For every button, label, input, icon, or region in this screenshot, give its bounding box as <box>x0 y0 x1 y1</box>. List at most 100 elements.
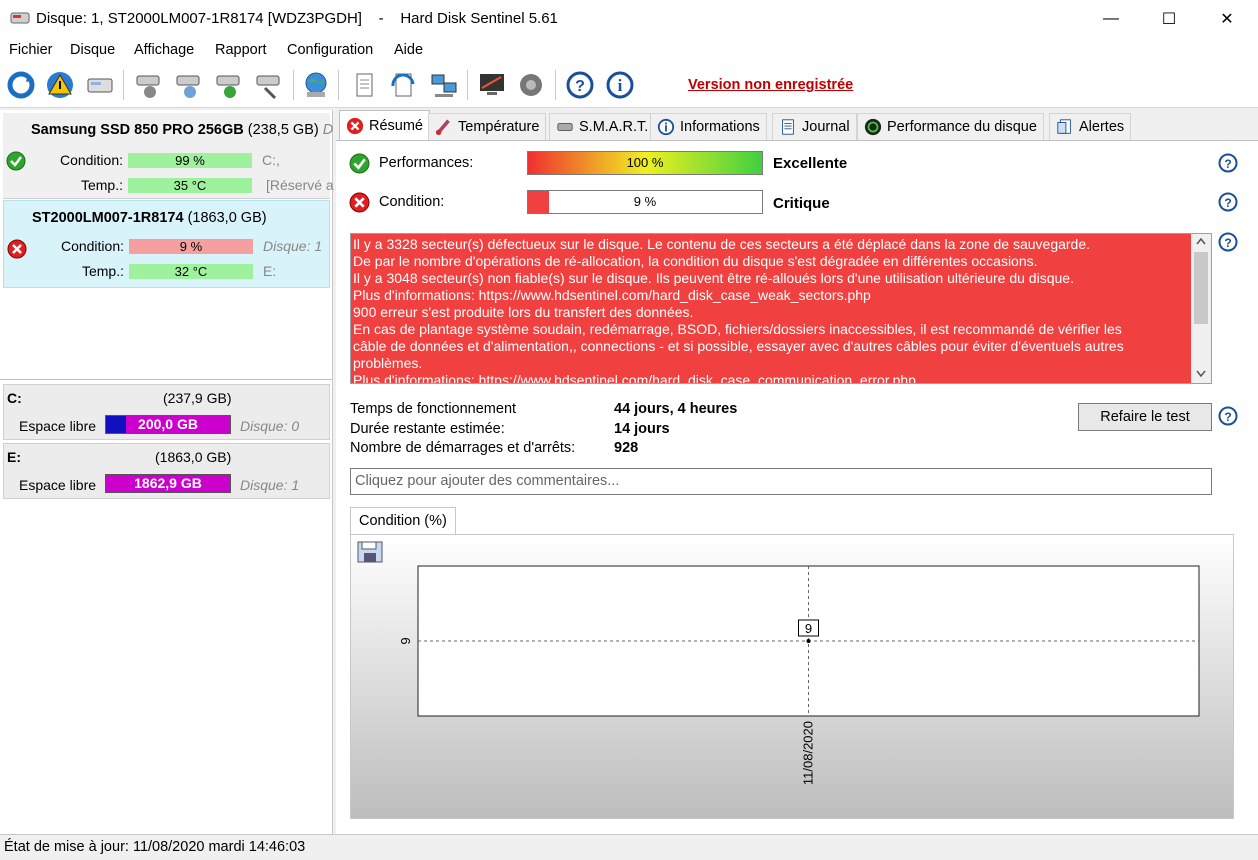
minimize-icon: — <box>1103 10 1119 27</box>
help-icon: ? <box>566 71 594 99</box>
disk-number: Disque: 1 <box>263 238 323 254</box>
message-scrollbar[interactable] <box>1191 234 1211 383</box>
minimize-button[interactable]: — <box>1082 0 1140 38</box>
refresh-button[interactable] <box>4 68 38 102</box>
toolbar-separator <box>293 70 294 100</box>
message-lines: Il y a 3328 secteur(s) défectueux sur le… <box>353 236 1189 384</box>
menu-rapport[interactable]: Rapport <box>215 42 267 58</box>
settings-button[interactable] <box>475 68 509 102</box>
condition-chart: 9 9 11/08/2020 <box>398 565 1200 785</box>
disk-name: ST2000LM007-1R8174 (1863,0 GB) <box>32 210 267 226</box>
disk-button[interactable] <box>83 68 117 102</box>
condition-value: 9 % <box>633 194 657 209</box>
temp-label: Temp.: <box>80 177 123 193</box>
help-button[interactable]: ? <box>563 68 597 102</box>
menu-aide[interactable]: Aide <box>394 42 423 58</box>
window-title: Disque: 1, ST2000LM007-1R8174 [WDZ3PGDH]… <box>36 10 558 27</box>
tab-bar: Résumé Température S.M.A.R.T. Informatio… <box>336 110 1258 141</box>
free-space-bar: 1862,9 GB <box>105 474 231 493</box>
condition-bar: 9 % <box>129 239 253 254</box>
status-bar: État de mise à jour: 11/08/2020 mardi 14… <box>0 834 1258 860</box>
uptime-label: Temps de fonctionnement <box>350 401 517 417</box>
disk-list-panel: Samsung SSD 850 PRO 256GB (238,5 GB) D C… <box>0 110 334 834</box>
smart-icon <box>557 122 573 132</box>
volume-letter: C: <box>7 390 22 406</box>
help-icon[interactable]: ? <box>1218 192 1238 212</box>
free-space-value: 200,0 GB <box>138 416 198 432</box>
disk-entry-1[interactable]: ST2000LM007-1R8174 (1863,0 GB) Condition… <box>3 200 330 288</box>
tab-label: Alertes <box>1079 119 1125 135</box>
tab-smart[interactable]: S.M.A.R.T. <box>549 113 656 140</box>
menu-disque[interactable]: Disque <box>70 42 115 58</box>
status-text: État de mise à jour: 11/08/2020 mardi 14… <box>4 839 306 855</box>
disk-model: ST2000LM007-1R8174 <box>32 210 184 226</box>
send-report-button[interactable] <box>386 68 420 102</box>
web-button[interactable] <box>299 68 333 102</box>
volume-e[interactable]: E: (1863,0 GB) Espace libre 1862,9 GB Di… <box>3 443 330 499</box>
message-line: Plus d'informations: https://www.hdsenti… <box>353 372 916 384</box>
performance-label: Performances: <box>379 155 474 171</box>
tab-alertes[interactable]: Alertes <box>1049 113 1132 140</box>
disk-volumes: C:, <box>262 152 280 168</box>
comment-field[interactable]: Cliquez pour ajouter des commentaires... <box>350 468 1212 495</box>
svg-text:?: ? <box>1224 236 1231 250</box>
chart-panel: 9 9 11/08/2020 <box>350 534 1234 819</box>
volume-c[interactable]: C: (237,9 GB) Espace libre 200,0 GB Disq… <box>3 384 330 440</box>
tab-resume[interactable]: Résumé <box>339 110 430 141</box>
chevron-up-icon[interactable] <box>1196 237 1206 245</box>
document-icon <box>356 73 373 97</box>
help-icon[interactable]: ? <box>1218 406 1238 426</box>
temp-bar: 32 °C <box>129 264 253 279</box>
disk-repair-button[interactable] <box>251 68 285 102</box>
error-icon <box>346 117 364 135</box>
message-line: De par le nombre d'opérations de ré-allo… <box>353 253 1038 269</box>
disk-size: (1863,0 GB) <box>187 210 267 226</box>
disk-entry-0[interactable]: Samsung SSD 850 PRO 256GB (238,5 GB) D C… <box>3 113 334 199</box>
tab-label: Résumé <box>369 118 423 134</box>
report-button[interactable] <box>347 68 381 102</box>
sound-button[interactable] <box>514 68 548 102</box>
menu-fichier[interactable]: Fichier <box>9 42 53 58</box>
disk-info-button[interactable] <box>171 68 205 102</box>
menu-affichage[interactable]: Affichage <box>134 42 194 58</box>
about-button[interactable]: i <box>603 68 637 102</box>
network-button[interactable] <box>427 68 461 102</box>
send-report-icon <box>391 73 415 97</box>
tab-journal[interactable]: Journal <box>772 113 857 140</box>
condition-label: Condition: <box>59 152 123 168</box>
journal-icon <box>782 119 794 135</box>
disk-test-button[interactable] <box>131 68 165 102</box>
maximize-button[interactable]: ☐ <box>1140 0 1198 38</box>
help-icon[interactable]: ? <box>1218 153 1238 173</box>
menu-configuration[interactable]: Configuration <box>287 42 373 58</box>
retest-button[interactable]: Refaire le test <box>1078 403 1212 431</box>
tab-informations[interactable]: Informations <box>650 113 767 140</box>
speaker-icon <box>520 74 542 96</box>
disk-size: (238,5 GB) <box>247 122 319 138</box>
refresh-icon <box>7 71 35 99</box>
chart-tab[interactable]: Condition (%) <box>350 507 456 535</box>
ok-status-icon <box>349 153 370 174</box>
status-message-box[interactable]: Il y a 3328 secteur(s) défectueux sur le… <box>350 233 1212 384</box>
tab-label: Journal <box>802 119 850 135</box>
unregistered-link[interactable]: Version non enregistrée <box>688 77 853 93</box>
volume-size: (1863,0 GB) <box>155 449 232 465</box>
svg-text:i: i <box>618 76 623 95</box>
thermometer-icon <box>435 119 450 136</box>
help-icon[interactable]: ? <box>1218 232 1238 252</box>
scroll-thumb[interactable] <box>1194 252 1208 324</box>
disk-check-icon <box>216 75 240 98</box>
free-space-label: Espace libre <box>19 477 97 493</box>
disk-check-button[interactable] <box>211 68 245 102</box>
data-label: 9 <box>805 621 812 636</box>
disk-name: Samsung SSD 850 PRO 256GB (238,5 GB) D <box>31 122 333 138</box>
title-bar: Disque: 1, ST2000LM007-1R8174 [WDZ3PGDH]… <box>0 0 1258 38</box>
tab-label: S.M.A.R.T. <box>579 119 649 135</box>
close-button[interactable]: ✕ <box>1198 0 1256 38</box>
disk-test-icon <box>136 75 160 98</box>
chevron-down-icon[interactable] <box>1196 370 1206 378</box>
tab-performance[interactable]: Performance du disque <box>857 113 1044 140</box>
disk-reserved: [Réservé a <box>266 177 334 193</box>
tab-temperature[interactable]: Température <box>428 113 547 140</box>
alert-button[interactable] <box>43 68 77 102</box>
